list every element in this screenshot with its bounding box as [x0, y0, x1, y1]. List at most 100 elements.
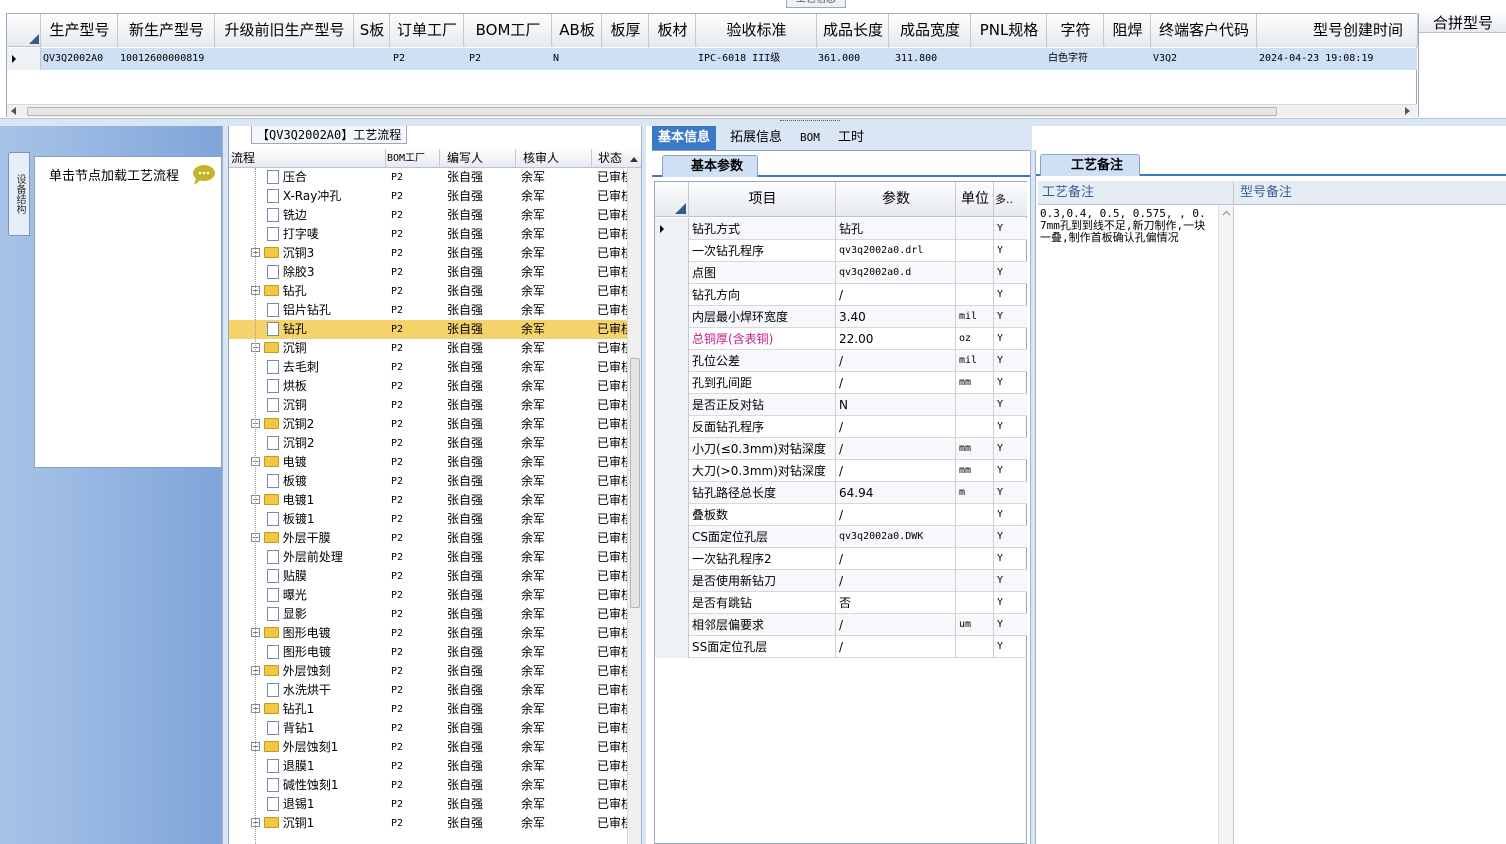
params-col-unit[interactable]: 单位 — [957, 182, 994, 217]
process-remark-text[interactable]: 0.3,0.4, 0.5, 0.575, , 0.7mm孔到到线不足,新刀制作,… — [1040, 208, 1210, 244]
param-value[interactable]: N — [837, 394, 956, 416]
param-value[interactable]: qv3q2002a0.DWK — [837, 526, 956, 548]
param-value[interactable]: / — [837, 548, 956, 570]
tree-col-flow[interactable]: 流程 — [231, 149, 386, 168]
tree-leaf-node[interactable]: 曝光 P2 张自强 余军 已审核 — [229, 586, 627, 605]
param-value[interactable]: / — [837, 636, 956, 658]
tree-leaf-node[interactable]: 沉铜 P2 张自强 余军 已审核 — [229, 396, 627, 415]
remark-vscrollbar[interactable] — [1218, 206, 1234, 844]
col-header-bom-factory[interactable]: BOM工厂 — [465, 14, 552, 47]
tree-leaf-node[interactable]: 去毛刺 P2 张自强 余军 已审核 — [229, 358, 627, 377]
horizontal-splitter[interactable] — [0, 118, 1506, 126]
tree-folder-node[interactable]: − 外层蚀刻P2张自强余军已审核 — [229, 662, 627, 681]
tree-leaf-node[interactable]: 压合 P2 张自强 余军 已审核 — [229, 168, 627, 187]
tree-folder-node[interactable]: − 电镀1P2张自强余军已审核 — [229, 491, 627, 510]
col-header-created[interactable]: 型号创建时间 — [1258, 14, 1418, 47]
tree-folder-node[interactable]: − 电镀P2张自强余军已审核 — [229, 453, 627, 472]
param-row[interactable]: 是否使用新钻刀 / Y — [655, 570, 1027, 592]
param-value[interactable]: qv3q2002a0.drl — [837, 240, 956, 262]
col-header-thickness[interactable]: 板厚 — [603, 14, 649, 47]
tree-leaf-node[interactable]: 退膜1 P2 张自强 余军 已审核 — [229, 757, 627, 776]
model-remark-area[interactable] — [1236, 206, 1506, 844]
col-header-old-model[interactable]: 升级前旧生产型号 — [216, 14, 354, 47]
params-corner[interactable] — [655, 182, 689, 217]
param-row[interactable]: CS面定位孔层 qv3q2002a0.DWK Y — [655, 526, 1027, 548]
tree-leaf-node[interactable]: 板镀1 P2 张自强 余军 已审核 — [229, 510, 627, 529]
tree-leaf-node[interactable]: 图形电镀 P2 张自强 余军 已审核 — [229, 643, 627, 662]
param-value[interactable]: 否 — [837, 592, 956, 614]
param-value[interactable]: qv3q2002a0.d — [837, 262, 956, 284]
col-header-ab-board[interactable]: AB板 — [553, 14, 602, 47]
tree-splitter[interactable] — [641, 126, 646, 844]
params-col-item[interactable]: 项目 — [690, 182, 836, 217]
tree-leaf-node[interactable]: 烘板 P2 张自强 余军 已审核 — [229, 377, 627, 396]
tree-col-status[interactable]: 状态 — [593, 149, 625, 168]
param-row[interactable]: 孔到孔间距 / mm Y — [655, 372, 1027, 394]
param-row[interactable]: 钻孔方式 钻孔 Y — [655, 218, 1027, 240]
tree-leaf-node[interactable]: 背钻1 P2 张自强 余军 已审核 — [229, 719, 627, 738]
tree-leaf-node[interactable]: 铝片钻孔 P2 张自强 余军 已审核 — [229, 301, 627, 320]
col-header-model[interactable]: 生产型号 — [42, 14, 118, 47]
param-row[interactable]: 点图 qv3q2002a0.d Y — [655, 262, 1027, 284]
param-row[interactable]: 叠板数 / Y — [655, 504, 1027, 526]
tree-leaf-node[interactable]: 除胶3 P2 张自强 余军 已审核 — [229, 263, 627, 282]
param-value[interactable]: / — [837, 350, 956, 372]
tab-extended-info[interactable]: 拓展信息 — [724, 126, 788, 150]
tree-leaf-node[interactable]: X-Ray冲孔 P2 张自强 余军 已审核 — [229, 187, 627, 206]
param-row[interactable]: 是否有跳钻否 Y — [655, 592, 1027, 614]
tree-leaf-node[interactable]: 外层前处理 P2 张自强 余军 已审核 — [229, 548, 627, 567]
col-header-length[interactable]: 成品长度 — [818, 14, 889, 47]
scroll-right-arrow[interactable] — [1405, 107, 1410, 115]
tab-process-remarks[interactable]: 工艺备注 — [1040, 154, 1141, 176]
tree-leaf-node[interactable]: 打字唛 P2 张自强 余军 已审核 — [229, 225, 627, 244]
tree-leaf-node[interactable]: 贴膜 P2 张自强 余军 已审核 — [229, 567, 627, 586]
param-row[interactable]: 一次钻孔程序2/ Y — [655, 548, 1027, 570]
corner-cell[interactable] — [7, 14, 41, 47]
tree-col-writer[interactable]: 编写人 — [441, 149, 516, 168]
param-value[interactable]: / — [837, 614, 956, 636]
param-value[interactable]: / — [837, 504, 956, 526]
tab-work-hours[interactable]: 工时 — [832, 126, 870, 150]
param-value[interactable]: 22.00 — [837, 328, 956, 350]
param-value[interactable]: 钻孔 — [837, 218, 956, 240]
scroll-left-arrow[interactable] — [11, 107, 16, 115]
col-header-acceptance[interactable]: 验收标准 — [697, 14, 817, 47]
param-row[interactable]: 相邻层偏要求 / um Y — [655, 614, 1027, 636]
col-header-material[interactable]: 板材 — [650, 14, 696, 47]
col-header-new-model[interactable]: 新生产型号 — [119, 14, 215, 47]
tree-leaf-node[interactable]: 沉铜2 P2 张自强 余军 已审核 — [229, 434, 627, 453]
col-header-s-board[interactable]: S板 — [355, 14, 390, 47]
param-value[interactable]: / — [837, 416, 956, 438]
tree-folder-node[interactable]: − 沉铜1P2张自强余军已审核 — [229, 814, 627, 833]
col-header-width[interactable]: 成品宽度 — [890, 14, 971, 47]
param-value[interactable]: / — [837, 570, 956, 592]
merged-model-header[interactable]: 合拼型号 — [1419, 13, 1506, 33]
param-row[interactable]: 钻孔路径总长度 64.94 m Y — [655, 482, 1027, 504]
tree-leaf-node[interactable]: 退锡1 P2 张自强 余军 已审核 — [229, 795, 627, 814]
param-value[interactable]: / — [837, 284, 956, 306]
tree-folder-node[interactable]: − 图形电镀P2张自强余军已审核 — [229, 624, 627, 643]
tree-leaf-node[interactable]: 碱性蚀刻1 P2 张自强 余军 已审核 — [229, 776, 627, 795]
tree-leaf-node[interactable]: 钻孔 P2 张自强 余军 已审核 — [229, 320, 627, 339]
col-header-customer-code[interactable]: 终端客户代码 — [1152, 14, 1257, 47]
top-hscrollbar[interactable] — [7, 104, 1417, 117]
tree-leaf-node[interactable]: 铣边 P2 张自强 余军 已审核 — [229, 206, 627, 225]
tree-col-bom[interactable]: BOM工厂 — [387, 149, 440, 168]
subtab-basic-params[interactable]: 基本参数 — [662, 155, 759, 177]
col-header-silkscreen[interactable]: 字符 — [1048, 14, 1104, 47]
param-row[interactable]: 内层最小焊环宽度 3.40 mil Y — [655, 306, 1027, 328]
top-grid-row[interactable]: QV3Q2002A0 10012600000819 P2 P2 N IPC-60… — [7, 48, 1417, 70]
tree-col-reviewer[interactable]: 核审人 — [517, 149, 592, 168]
tree-scroll-thumb[interactable] — [630, 358, 640, 608]
scroll-thumb[interactable] — [27, 107, 1277, 116]
param-row[interactable]: 一次钻孔程序 qv3q2002a0.drl Y — [655, 240, 1027, 262]
col-header-order-factory[interactable]: 订单工厂 — [391, 14, 464, 47]
tree-leaf-node[interactable]: 显影 P2 张自强 余军 已审核 — [229, 605, 627, 624]
param-row[interactable]: SS面定位孔层 / Y — [655, 636, 1027, 658]
params-col-multi[interactable]: 多.. — [995, 182, 1015, 217]
tab-basic-info[interactable]: 基本信息 — [652, 126, 717, 150]
param-row[interactable]: 孔位公差 / mil Y — [655, 350, 1027, 372]
sidebar-vertical-tab[interactable]: 设备结构 — [8, 152, 30, 236]
remarks-col-process[interactable]: 工艺备注 — [1040, 181, 1234, 205]
param-value[interactable]: / — [837, 460, 956, 482]
